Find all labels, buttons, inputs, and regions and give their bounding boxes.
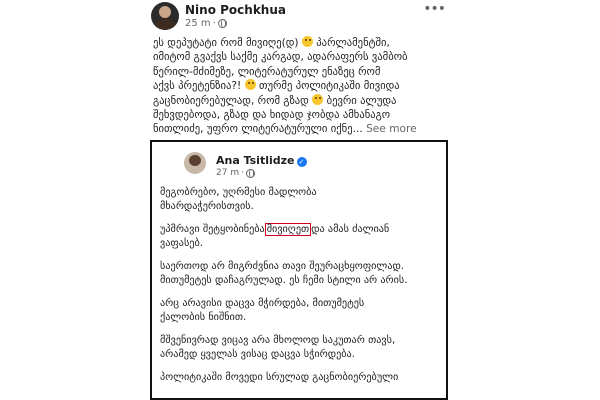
embedded-text-line: პოლიტიკაში მოვედი სრულად გაცნობიერებული <box>160 372 399 383</box>
smiley-emoji-icon <box>301 36 313 47</box>
verified-badge-icon: ✓ <box>296 157 307 167</box>
post-text-line: შეხვდებოდა, გზად და ხიდად ჯობდა ამხანაგო <box>153 108 451 122</box>
embedded-text-line: მითუმეტეს დაჩაგრულად. ეს ჩემი სტილი არ ა… <box>160 274 408 286</box>
embedded-text-line: ქალობის ნიშნით. <box>160 311 247 323</box>
embedded-paragraph: არც არავისი დაცვა მჭირდება, მითუმეტეს ქალ… <box>160 297 442 324</box>
meta-separator: · <box>241 168 244 178</box>
embedded-text-line: საერთოდ არ მიგრძვნია თავი შეურაცხყოფილად… <box>160 261 405 272</box>
embedded-paragraph: მეგობრებო, უღრმესი მადლობა მხარდაჭერისთვი… <box>160 186 442 213</box>
post-text-line: გაცნობიერებულად, რომ გზად ბევრი ალუდა <box>153 93 451 108</box>
embedded-text-line: მშვენივრად ვიცავ არა მხოლოდ საკუთარ თავს… <box>160 335 396 346</box>
embedded-paragraph: პოლიტიკაში მოვედი სრულად გაცნობიერებული <box>160 371 442 385</box>
embedded-text-line: მხარდაჭერისთვის. <box>160 200 254 212</box>
embedded-paragraph: საერთოდ არ მიგრძვნია თავი შეურაცხყოფილად… <box>160 260 442 287</box>
embedded-text-segment: და ამას ძალიან <box>311 224 390 235</box>
globe-icon <box>245 168 255 178</box>
post-text-segment: ბევრი ალუდა <box>323 94 397 107</box>
embedded-text-line: არამედ ყველას ვისაც დაცვა სჭირდება. <box>160 348 355 360</box>
post-text-segment: თურმე პოლიტიკაში მივიდა <box>255 80 400 93</box>
meta-separator: · <box>212 18 216 29</box>
post-text-segment: იმიტომ გვაქვს საქმე კარგად, ადარაფერს ვა… <box>153 51 408 64</box>
post-text: ეს დეპუტატი რომ მივიღე(დ) პარლამენტში, იმ… <box>153 36 451 137</box>
post-text-line: იმიტომ გვაქვს საქმე კარგად, ადარაფერს ვა… <box>153 50 451 64</box>
embedded-paragraph: მშვენივრად ვიცავ არა მხოლოდ საკუთარ თავს… <box>160 334 442 361</box>
post-text-segment: აქვს პრეტენზია?! <box>153 80 245 93</box>
post-text-line: წერილ-მძიმეზე, ლიტერატურულ ენაზეც რომ <box>153 65 451 79</box>
post-text-line: აქვს პრეტენზია?! თურმე პოლიტიკაში მივიდა <box>153 79 451 93</box>
post-time[interactable]: 25 m <box>185 18 211 29</box>
embedded-post-text: მეგობრებო, უღრმესი მადლობა მხარდაჭერისთვი… <box>160 186 442 395</box>
embedded-author-label: Ana Tsitlidze <box>216 154 295 167</box>
post-text-segment: ნითლიძე, უფრო ლიტერატურული იქნე... <box>153 123 363 136</box>
post-meta: 25 m · <box>185 18 227 29</box>
post-text-segment: პარლამენტში, <box>312 37 390 49</box>
embedded-screenshot: Ana Tsitlidze ✓ 27 m · მეგობრებო, უღრმესი… <box>150 140 448 400</box>
see-more-link[interactable]: See more <box>366 123 417 135</box>
post-text-segment: გაცნობიერებულად, რომ გზად <box>153 94 313 107</box>
highlighted-word: მივიღეთ <box>264 223 312 236</box>
more-horizontal-icon[interactable]: ••• <box>423 2 446 16</box>
globe-icon <box>217 19 227 28</box>
post-text-line: ეს დეპუტატი რომ მივიღე(დ) პარლამენტში, <box>153 36 451 50</box>
embedded-text-line: არც არავისი დაცვა მჭირდება, მითუმეტეს <box>160 298 365 309</box>
post-header: Nino Pochkhua 25 m · ••• <box>145 0 455 36</box>
embedded-post-time: 27 m <box>216 168 240 178</box>
avatar <box>184 152 206 174</box>
embedded-text-line: ვაფასებ. <box>160 237 203 249</box>
smiley-emoji-icon <box>312 93 324 105</box>
embedded-text-segment: უპმრავი შეტყობინება <box>160 224 265 235</box>
post-text-segment: ეს დეპუტატი რომ მივიღე(დ) <box>153 37 302 49</box>
smiley-emoji-icon <box>244 79 256 91</box>
avatar[interactable] <box>151 2 179 30</box>
post-text-line: ნითლიძე, უფრო ლიტერატურული იქნე... See m… <box>153 122 451 136</box>
embedded-text-line: მეგობრებო, უღრმესი მადლობა <box>160 187 317 198</box>
embedded-post-meta: 27 m · <box>216 168 255 178</box>
embedded-paragraph: უპმრავი შეტყობინება მივიღეთ და ამას ძალიან… <box>160 223 442 250</box>
post-text-segment: წერილ-მძიმეზე, ლიტერატურულ ენაზეც რომ <box>153 65 381 78</box>
post-text-segment: შეხვდებოდა, გზად და ხიდად ჯობდა ამხანაგო <box>153 109 391 122</box>
embedded-author-name: Ana Tsitlidze ✓ <box>216 154 307 167</box>
author-name[interactable]: Nino Pochkhua <box>185 3 286 17</box>
embedded-text-line: უპმრავი შეტყობინება მივიღეთ და ამას ძალიან <box>160 223 442 237</box>
